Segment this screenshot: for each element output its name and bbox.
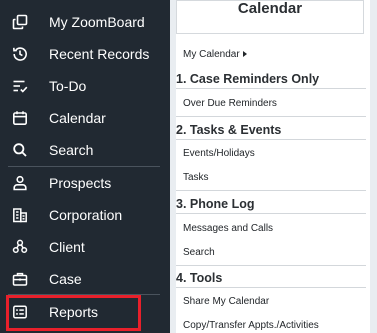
section-divider [176,287,366,288]
menu-link-tasks[interactable]: Tasks [183,172,209,183]
sidebar-item-calendar[interactable]: Calendar [0,103,170,133]
briefcase-icon [12,271,28,287]
section-divider [176,265,366,266]
sidebar-item-label: Case [49,271,82,287]
sidebar-item-label: Recent Records [49,46,150,62]
section-divider [176,213,366,214]
sidebar-item-label: Corporation [49,207,123,223]
caret-right-icon [242,51,247,57]
calendar-header: Calendar [176,0,364,34]
scrollbar-track[interactable] [370,0,377,333]
section-divider [176,116,366,117]
calendar-icon [12,110,28,126]
menu-link-copy-transfer-appts[interactable]: Copy/Transfer Appts./Activities [183,320,319,331]
my-calendar-link[interactable]: My Calendar [183,49,247,60]
calendar-menu-panel: Calendar My Calendar 1. Case Reminders O… [176,0,370,333]
reports-highlight-box [6,295,141,331]
sidebar-item-my-zoomboard[interactable]: My ZoomBoard [0,7,170,37]
section-divider [176,190,366,191]
section-heading: 1. Case Reminders Only [176,72,320,86]
todo-list-icon [12,78,28,94]
sidebar-item-search[interactable]: Search [0,135,170,165]
menu-link-events-holidays[interactable]: Events/Holidays [183,148,255,159]
menu-link-share-my-calendar[interactable]: Share My Calendar [183,296,269,307]
section-divider [176,88,366,89]
section-heading: 3. Phone Log [176,197,255,211]
sidebar-divider [8,166,160,167]
page-title: Calendar [237,0,303,17]
history-icon [12,46,28,62]
sidebar-item-label: Calendar [49,110,106,126]
section-divider [176,139,366,140]
menu-link-over-due-reminders[interactable]: Over Due Reminders [183,98,277,109]
my-calendar-label: My Calendar [183,49,240,60]
sidebar: My ZoomBoard Recent Records To-Do Calend… [0,0,170,333]
search-icon [12,142,28,158]
sidebar-item-label: Client [49,239,85,255]
sidebar-item-corporation[interactable]: Corporation [0,200,170,230]
building-icon [12,207,28,223]
sidebar-item-case[interactable]: Case [0,264,170,294]
menu-link-phone-log-search[interactable]: Search [183,247,215,258]
section-heading: 4. Tools [176,271,223,285]
sidebar-item-label: Search [49,142,94,158]
sidebar-item-label: To-Do [49,78,87,94]
sidebar-item-to-do[interactable]: To-Do [0,71,170,101]
section-heading: 2. Tasks & Events [176,123,282,137]
menu-link-messages-and-calls[interactable]: Messages and Calls [183,223,273,234]
zoomboard-icon [12,14,28,30]
client-group-icon [12,239,28,255]
sidebar-item-recent-records[interactable]: Recent Records [0,39,170,69]
sidebar-item-client[interactable]: Client [0,232,170,262]
sidebar-item-prospects[interactable]: Prospects [0,168,170,198]
sidebar-item-label: Prospects [49,175,112,191]
prospect-person-icon [12,175,28,191]
sidebar-item-label: My ZoomBoard [49,14,145,30]
